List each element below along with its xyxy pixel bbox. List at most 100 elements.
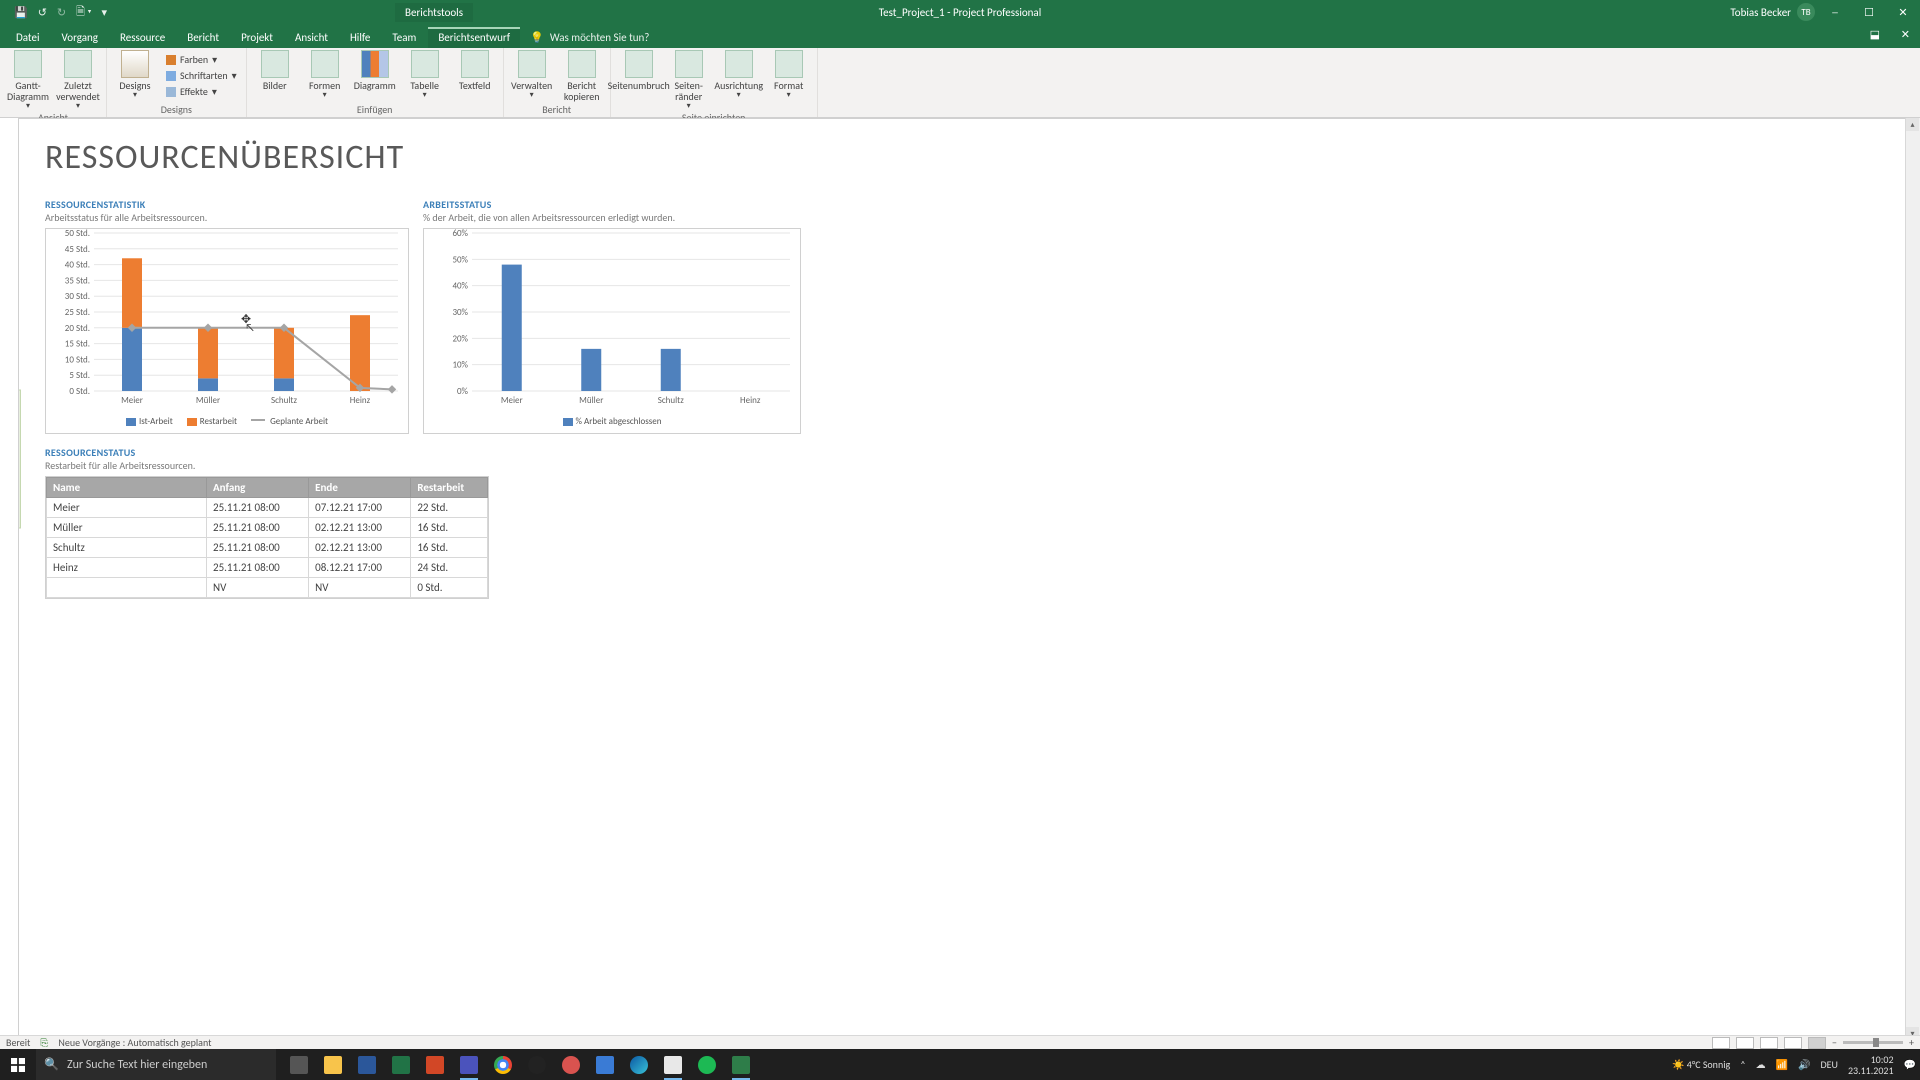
maximize-button[interactable]: ☐ <box>1852 0 1886 24</box>
effects-button[interactable]: Effekte ▾ <box>163 84 240 99</box>
project-button[interactable] <box>724 1049 758 1080</box>
zoom-slider[interactable] <box>1843 1041 1903 1044</box>
chart2-title: ARBEITSSTATUS <box>423 198 801 211</box>
table-subtitle: Restarbeit für alle Arbeitsressourcen. <box>45 459 1890 472</box>
scroll-up-icon[interactable]: ▴ <box>1906 118 1919 131</box>
tab-team[interactable]: Team <box>382 27 426 48</box>
view-button-5[interactable] <box>1808 1037 1826 1049</box>
word-button[interactable] <box>350 1049 384 1080</box>
wifi-icon[interactable]: 📶 <box>1776 1058 1788 1071</box>
textbox-button[interactable]: Textfeld <box>453 50 497 91</box>
tab-bericht[interactable]: Bericht <box>177 27 229 48</box>
svg-text:Meier: Meier <box>121 395 143 406</box>
powerpoint-button[interactable] <box>418 1049 452 1080</box>
table-ressourcenstatus-block[interactable]: RESSOURCENSTATUS Restarbeit für alle Arb… <box>45 446 1890 599</box>
recent-button[interactable]: Zuletzt verwendet▾ <box>56 50 100 111</box>
save-icon[interactable]: 💾 <box>14 6 28 19</box>
teams-button[interactable] <box>452 1049 486 1080</box>
zoom-in-icon[interactable]: + <box>1909 1036 1914 1049</box>
app-obs-button[interactable] <box>520 1049 554 1080</box>
file-explorer-button[interactable] <box>316 1049 350 1080</box>
copy-report-button[interactable]: Bericht kopieren <box>560 50 604 102</box>
tab-projekt[interactable]: Projekt <box>231 27 283 48</box>
col-name[interactable]: Name <box>47 478 207 498</box>
colors-button[interactable]: Farben ▾ <box>163 52 240 67</box>
cell-rest: 0 Std. <box>411 578 488 598</box>
gantt-icon <box>14 50 42 78</box>
tab-ansicht[interactable]: Ansicht <box>285 27 338 48</box>
chart1-plot[interactable]: 0 Std.5 Std.10 Std.15 Std.20 Std.25 Std.… <box>50 229 404 429</box>
user-account[interactable]: Tobias Becker TB <box>1730 3 1815 21</box>
notepad-button[interactable] <box>656 1049 690 1080</box>
weather-widget[interactable]: ☀️ 4°C Sonnig <box>1672 1058 1730 1071</box>
chart-arbeitsstatus-block[interactable]: ARBEITSSTATUS % der Arbeit, die von alle… <box>423 198 801 434</box>
taskbar-search[interactable]: 🔍 Zur Suche Text hier eingeben <box>36 1049 276 1080</box>
chart-ressourcenstatistik-block[interactable]: RESSOURCENSTATISTIK Arbeitsstatus für al… <box>45 198 409 434</box>
notifications-icon[interactable]: 💬 <box>1904 1058 1916 1071</box>
images-button[interactable]: Bilder <box>253 50 297 91</box>
language-indicator[interactable]: DEU <box>1820 1058 1837 1071</box>
col-rest[interactable]: Restarbeit <box>411 478 488 498</box>
edge-button[interactable] <box>622 1049 656 1080</box>
designs-button[interactable]: Designs▾ <box>113 50 157 100</box>
fonts-button[interactable]: Schriftarten ▾ <box>163 68 240 83</box>
tab-ressource[interactable]: Ressource <box>110 27 175 48</box>
chrome-button[interactable] <box>486 1049 520 1080</box>
recent-icon <box>64 50 92 78</box>
group-label: Designs <box>161 103 192 117</box>
table-row[interactable]: Müller25.11.21 08:0002.12.21 13:0016 Std… <box>47 518 488 538</box>
tab-vorgang[interactable]: Vorgang <box>52 27 108 48</box>
undo-icon[interactable]: ↺ <box>38 6 47 19</box>
spotify-button[interactable] <box>690 1049 724 1080</box>
view-button-4[interactable] <box>1784 1037 1802 1049</box>
view-button-1[interactable] <box>1712 1037 1730 1049</box>
chart-button[interactable]: Diagramm <box>353 50 397 91</box>
table-button[interactable]: Tabelle▾ <box>403 50 447 100</box>
gantt-chart-button[interactable]: Gantt-Diagramm▾ <box>6 50 50 111</box>
app-unknown-1[interactable] <box>554 1049 588 1080</box>
report-title[interactable]: RESSOURCENÜBERSICHT <box>45 137 1890 178</box>
tab-hilfe[interactable]: Hilfe <box>340 27 380 48</box>
copy-report-label: Bericht kopieren <box>560 80 604 102</box>
orientation-button[interactable]: Ausrichtung▾ <box>717 50 761 100</box>
minimize-button[interactable]: ─ <box>1818 0 1852 24</box>
volume-icon[interactable]: 🔊 <box>1798 1058 1810 1071</box>
excel-button[interactable] <box>384 1049 418 1080</box>
ribbon-collapse-icon[interactable]: ⬓ <box>1870 28 1880 41</box>
report-canvas[interactable]: RESSOURCEN: ÜBERSICHT RESSOURCENÜBERSICH… <box>18 118 1916 1052</box>
redo-icon[interactable]: ↻ <box>57 6 66 19</box>
col-end[interactable]: Ende <box>309 478 411 498</box>
margins-button[interactable]: Seiten-ränder▾ <box>667 50 711 111</box>
shapes-button[interactable]: Formen▾ <box>303 50 347 100</box>
resource-status-table[interactable]: Name Anfang Ende Restarbeit Meier25.11.2… <box>46 477 488 598</box>
qat-customize-icon[interactable]: ▾ <box>102 6 108 19</box>
format-button[interactable]: Format▾ <box>767 50 811 100</box>
view-side-tab[interactable]: RESSOURCEN: ÜBERSICHT <box>18 389 21 528</box>
table-row[interactable]: Meier25.11.21 08:0007.12.21 17:0022 Std. <box>47 498 488 518</box>
pagebreak-button[interactable]: Seitenumbruch <box>617 50 661 91</box>
tray-chevron-icon[interactable]: ˄ <box>1740 1058 1745 1071</box>
app-unknown-2[interactable] <box>588 1049 622 1080</box>
chart2-svg: 0%10%20%30%40%50%60% MeierMüllerSchultzH… <box>428 229 798 429</box>
task-view-button[interactable] <box>282 1049 316 1080</box>
clock[interactable]: 10:02 23.11.2021 <box>1848 1054 1894 1076</box>
document-icon[interactable]: 🗎 ▾ <box>76 3 91 22</box>
close-document-icon[interactable]: ✕ <box>1901 28 1910 41</box>
tab-file[interactable]: Datei <box>6 27 50 48</box>
close-button[interactable]: ✕ <box>1886 0 1920 24</box>
start-button[interactable] <box>0 1049 36 1080</box>
table-row[interactable]: Heinz25.11.21 08:0008.12.21 17:0024 Std. <box>47 558 488 578</box>
col-start[interactable]: Anfang <box>207 478 309 498</box>
manage-button[interactable]: Verwalten▾ <box>510 50 554 100</box>
zoom-out-icon[interactable]: − <box>1832 1036 1837 1049</box>
tab-berichtsentwurf[interactable]: Berichtsentwurf <box>428 27 520 48</box>
vertical-scrollbar[interactable]: ▴ ▾ <box>1905 118 1920 1040</box>
onedrive-icon[interactable]: ☁ <box>1756 1058 1766 1071</box>
table-row[interactable]: NVNV0 Std. <box>47 578 488 598</box>
chart2-plot[interactable]: 0%10%20%30%40%50%60% MeierMüllerSchultzH… <box>428 229 796 429</box>
svg-text:30 Std.: 30 Std. <box>65 291 90 302</box>
view-button-2[interactable] <box>1736 1037 1754 1049</box>
table-row[interactable]: Schultz25.11.21 08:0002.12.21 13:0016 St… <box>47 538 488 558</box>
view-button-3[interactable] <box>1760 1037 1778 1049</box>
tell-me-search[interactable]: 💡 Was möchten Sie tun? <box>522 27 657 48</box>
